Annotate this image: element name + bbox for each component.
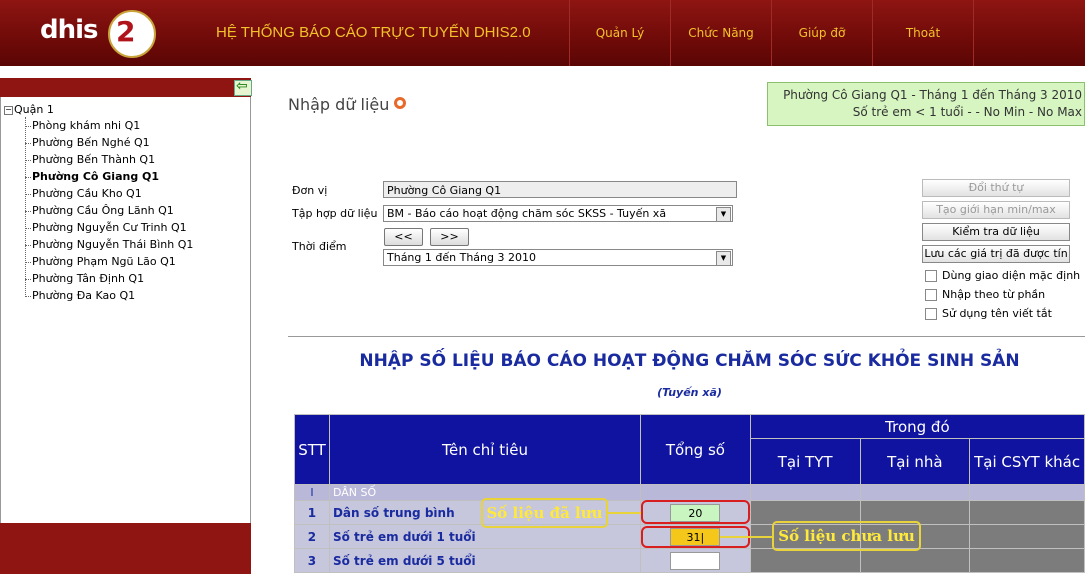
callout-connector — [720, 536, 772, 538]
system-title: HỆ THỐNG BÁO CÁO TRỰC TUYẾN DHIS2.0 — [216, 24, 531, 41]
default-ui-option[interactable]: Dùng giao diện mặc định — [925, 269, 1080, 282]
data-entry-table: STT Tên chỉ tiêu Tổng số Trong đó Tại TY… — [294, 414, 1085, 573]
collapse-box-icon[interactable]: − — [4, 105, 13, 115]
tree-root[interactable]: − Quận 1 — [4, 103, 54, 116]
report-subtitle: (Tuyến xã) — [657, 386, 722, 399]
menu-quan-ly[interactable]: Quản Lý — [569, 0, 670, 66]
tree-item[interactable]: Phường Đa Kao Q1 — [25, 287, 135, 304]
callout-saved: Số liệu đã lưu — [481, 498, 608, 528]
menu-giup-do[interactable]: Giúp đỡ — [771, 0, 872, 66]
save-values-button[interactable]: Lưu các giá trị đã được tín — [922, 245, 1070, 263]
short-name-option[interactable]: Sử dụng tên viết tắt — [925, 307, 1052, 320]
prev-period-button[interactable]: << — [384, 228, 423, 246]
next-period-button[interactable]: >> — [430, 228, 469, 246]
section-row: I DÂN SỐ — [294, 484, 1085, 501]
menu-thoat[interactable]: Thoát — [872, 0, 974, 66]
dropdown-arrow-icon[interactable]: ▼ — [716, 207, 731, 222]
section-stt: I — [294, 484, 330, 501]
org-unit-tree: − Quận 1 Phòng khám nhi Q1 Phường Bến Ngh… — [0, 97, 251, 524]
dropdown-arrow-icon[interactable]: ▼ — [716, 251, 731, 266]
row-name: Số trẻ em dưới 5 tuổi — [328, 548, 642, 573]
validate-button[interactable]: Kiểm tra dữ liệu — [922, 223, 1070, 241]
col-total-header: Tổng số — [640, 414, 751, 485]
col-stt-header: STT — [294, 414, 330, 485]
dhis2-logo[interactable]: dhis 2 — [40, 10, 160, 58]
tree-item-selected[interactable]: Phường Cô Giang Q1 — [25, 168, 159, 185]
saved-highlight-ring — [641, 500, 750, 524]
row-stt: 2 — [294, 524, 330, 549]
checkbox[interactable] — [925, 308, 937, 320]
info-line-2: Số trẻ em < 1 tuổi - - No Min - No Max — [852, 105, 1082, 119]
tree-item[interactable]: Phòng khám nhi Q1 — [25, 117, 140, 134]
callout-connector — [608, 512, 641, 514]
tree-item[interactable]: Phường Nguyễn Cư Trinh Q1 — [25, 219, 187, 236]
tree-item[interactable]: Phường Tân Định Q1 — [25, 270, 144, 287]
collapse-arrow-icon[interactable]: ⇦ — [234, 78, 252, 96]
org-unit-field: Phường Cô Giang Q1 — [383, 181, 737, 198]
logo-badge: 2 — [108, 10, 156, 58]
header-bar: dhis 2 HỆ THỐNG BÁO CÁO TRỰC TUYẾN DHIS2… — [0, 0, 1085, 66]
org-unit-label: Đơn vị — [292, 184, 328, 197]
tree-item[interactable]: Phường Cầu Ông Lãnh Q1 — [25, 202, 174, 219]
tree-item[interactable]: Phường Nguyễn Thái Bình Q1 — [25, 236, 193, 253]
tree-item[interactable]: Phường Cầu Kho Q1 — [25, 185, 142, 202]
info-line-1: Phường Cô Giang Q1 - Tháng 1 đến Tháng 3… — [783, 88, 1082, 102]
tree-item[interactable]: Phường Phạm Ngũ Lão Q1 — [25, 253, 176, 270]
help-lifebuoy-icon[interactable] — [394, 97, 407, 109]
tree-item[interactable]: Phường Bến Thành Q1 — [25, 151, 155, 168]
row-stt: 1 — [294, 500, 330, 525]
logo-text: dhis — [40, 15, 99, 45]
tree-footer — [0, 523, 251, 574]
callout-unsaved: Số liệu chưa lưu — [772, 521, 921, 551]
menu-chuc-nang[interactable]: Chức Năng — [670, 0, 771, 66]
checkbox[interactable] — [925, 289, 937, 301]
checkbox[interactable] — [925, 270, 937, 282]
report-title: NHẬP SỐ LIỆU BÁO CÁO HOẠT ĐỘNG CHĂM SÓC … — [359, 351, 1020, 371]
period-select[interactable]: Tháng 1 đến Tháng 3 2010 ▼ — [383, 249, 733, 266]
period-label: Thời điểm — [292, 240, 347, 253]
col-other-header: Tại CSYT khác — [969, 438, 1085, 485]
page-title: Nhập dữ liệu — [288, 95, 407, 114]
col-group-header: Trong đó — [749, 414, 1085, 439]
divider — [288, 336, 1085, 337]
selection-info-box: Phường Cô Giang Q1 - Tháng 1 đến Tháng 3… — [767, 82, 1085, 126]
tree-toolbar — [0, 78, 251, 97]
dataset-label: Tập hợp dữ liệu — [292, 207, 378, 220]
value-input-empty[interactable] — [670, 551, 721, 570]
section-entry-option[interactable]: Nhập theo từ phần — [925, 288, 1045, 301]
top-menu: Quản Lý Chức Năng Giúp đỡ Thoát — [569, 0, 974, 66]
row-name: Số trẻ em dưới 1 tuổi — [328, 524, 642, 549]
table-row: 3 Số trẻ em dưới 5 tuổi — [294, 548, 1085, 573]
col-name-header: Tên chỉ tiêu — [328, 414, 642, 485]
reorder-button[interactable]: Đổi thứ tự — [922, 179, 1070, 197]
row-stt: 3 — [294, 548, 330, 573]
col-tyt-header: Tại TYT — [749, 438, 861, 485]
minmax-button[interactable]: Tạo giới hạn min/max — [922, 201, 1070, 219]
col-home-header: Tại nhà — [859, 438, 971, 485]
dataset-select[interactable]: BM - Báo cáo hoạt động chăm sóc SKSS - T… — [383, 205, 733, 222]
tree-item[interactable]: Phường Bến Nghé Q1 — [25, 134, 150, 151]
